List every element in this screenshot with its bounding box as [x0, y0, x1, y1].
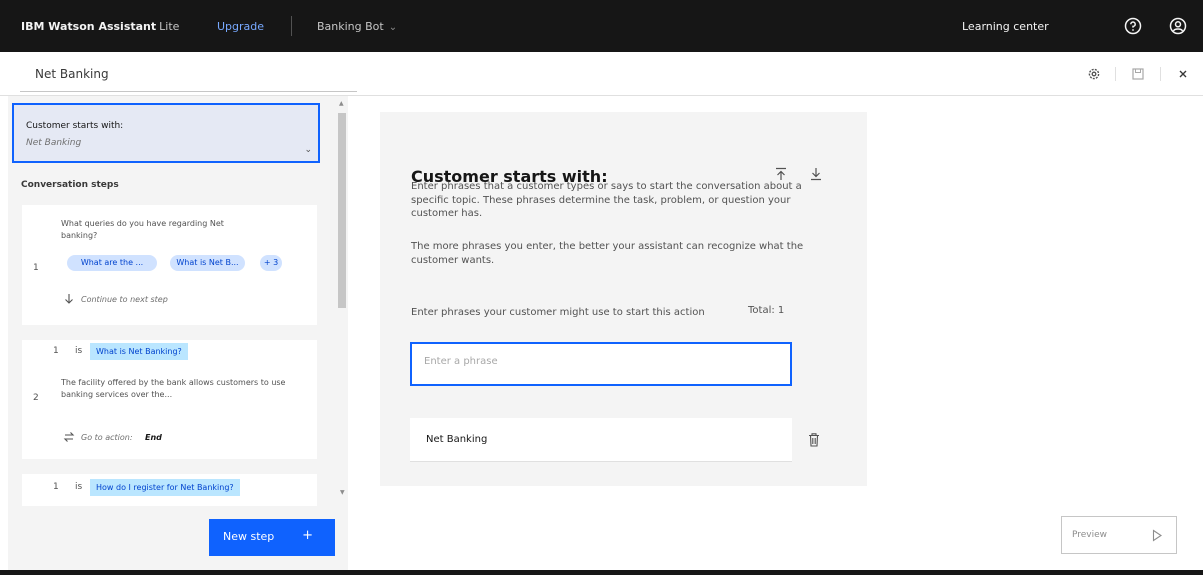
step-text: What queries do you have regarding Net b…: [61, 219, 224, 240]
more-examples-chip[interactable]: + 3: [260, 255, 282, 271]
condition-index: 1: [53, 482, 59, 492]
scroll-up-arrow-icon[interactable]: ▲: [339, 100, 344, 107]
action-title[interactable]: Net Banking: [35, 67, 109, 81]
conversation-steps-heading: Conversation steps: [21, 180, 119, 190]
customer-starts-with-card[interactable]: Customer starts with: Net Banking ⌄: [12, 103, 320, 163]
save-icon[interactable]: [1130, 66, 1146, 82]
starts-with-label: Customer starts with:: [26, 121, 124, 131]
condition-operator: is: [75, 482, 83, 492]
example-chip[interactable]: What are the ...: [67, 255, 157, 271]
toolbar-divider: [1160, 67, 1161, 81]
phrase-input[interactable]: [424, 356, 764, 367]
upgrade-link[interactable]: Upgrade: [217, 20, 264, 33]
phrase-text[interactable]: Net Banking: [426, 434, 487, 445]
plus-icon: +: [302, 528, 313, 543]
chevron-down-icon[interactable]: ⌄: [304, 145, 312, 155]
starts-with-value: Net Banking: [26, 138, 82, 148]
condition-value-chip[interactable]: How do I register for Net Banking?: [90, 479, 240, 496]
go-to-action-target: End: [145, 433, 162, 442]
top-navigation-bar: IBM Watson Assistant Lite Upgrade Banking…: [0, 0, 1203, 52]
user-icon[interactable]: [1169, 17, 1187, 35]
chevron-down-icon: ⌄: [388, 22, 398, 33]
new-step-label: New step: [223, 530, 275, 543]
phrases-total-count: Total: 1: [748, 305, 785, 316]
toolbar-divider: [1115, 67, 1116, 81]
assistant-name: Banking Bot: [317, 20, 384, 33]
learning-center-link[interactable]: Learning center: [962, 20, 1049, 33]
settings-icon[interactable]: [1086, 66, 1102, 82]
arrow-down-icon: [65, 294, 73, 304]
new-step-button[interactable]: New step +: [209, 519, 335, 556]
trash-icon[interactable]: [807, 432, 821, 448]
assistant-switcher[interactable]: Banking Bot ⌄: [317, 20, 397, 33]
scroll-down-arrow-icon[interactable]: ▼: [340, 489, 345, 496]
topbar-divider: [291, 16, 292, 36]
preview-button[interactable]: Preview: [1061, 516, 1177, 554]
condition-index: 1: [53, 346, 59, 356]
preview-label: Preview: [1072, 530, 1108, 540]
condition-operator: is: [75, 346, 83, 356]
bottom-edge-bar: [0, 570, 1203, 575]
editor-description-secondary: The more phrases you enter, the better y…: [411, 241, 804, 266]
phrases-field-label: Enter phrases your customer might use to…: [411, 307, 705, 318]
product-brand[interactable]: IBM Watson Assistant Lite: [21, 20, 179, 33]
step-number: 1: [33, 263, 39, 273]
brand-tier: Lite: [159, 20, 180, 33]
action-header: [0, 52, 1203, 96]
go-to-action-icon: [63, 432, 75, 442]
phrase-input-field[interactable]: [410, 342, 792, 386]
phrase-row[interactable]: Net Banking: [410, 418, 792, 462]
continue-next-step: Continue to next step: [81, 295, 168, 304]
go-to-action-prefix: Go to action:: [81, 433, 133, 442]
editor-description: Enter phrases that a customer types or s…: [411, 181, 802, 219]
play-icon: [1152, 529, 1162, 542]
condition-value-chip[interactable]: What is Net Banking?: [90, 343, 188, 360]
step-number: 2: [33, 393, 39, 403]
action-title-underline: [20, 91, 357, 92]
brand-name: IBM Watson Assistant: [21, 20, 157, 33]
example-chip[interactable]: What is Net B...: [170, 255, 245, 271]
close-icon[interactable]: [1175, 66, 1191, 82]
conversation-step-3[interactable]: 1 is How do I register for Net Banking?: [22, 474, 317, 506]
step-text: The facility offered by the bank allows …: [61, 378, 286, 399]
scrollbar-thumb[interactable]: [338, 113, 346, 308]
conversation-step-2[interactable]: 1 is What is Net Banking? 2 The facility…: [22, 340, 317, 459]
conversation-step-1[interactable]: 1 What queries do you have regarding Net…: [22, 205, 317, 325]
help-icon[interactable]: [1124, 17, 1142, 35]
